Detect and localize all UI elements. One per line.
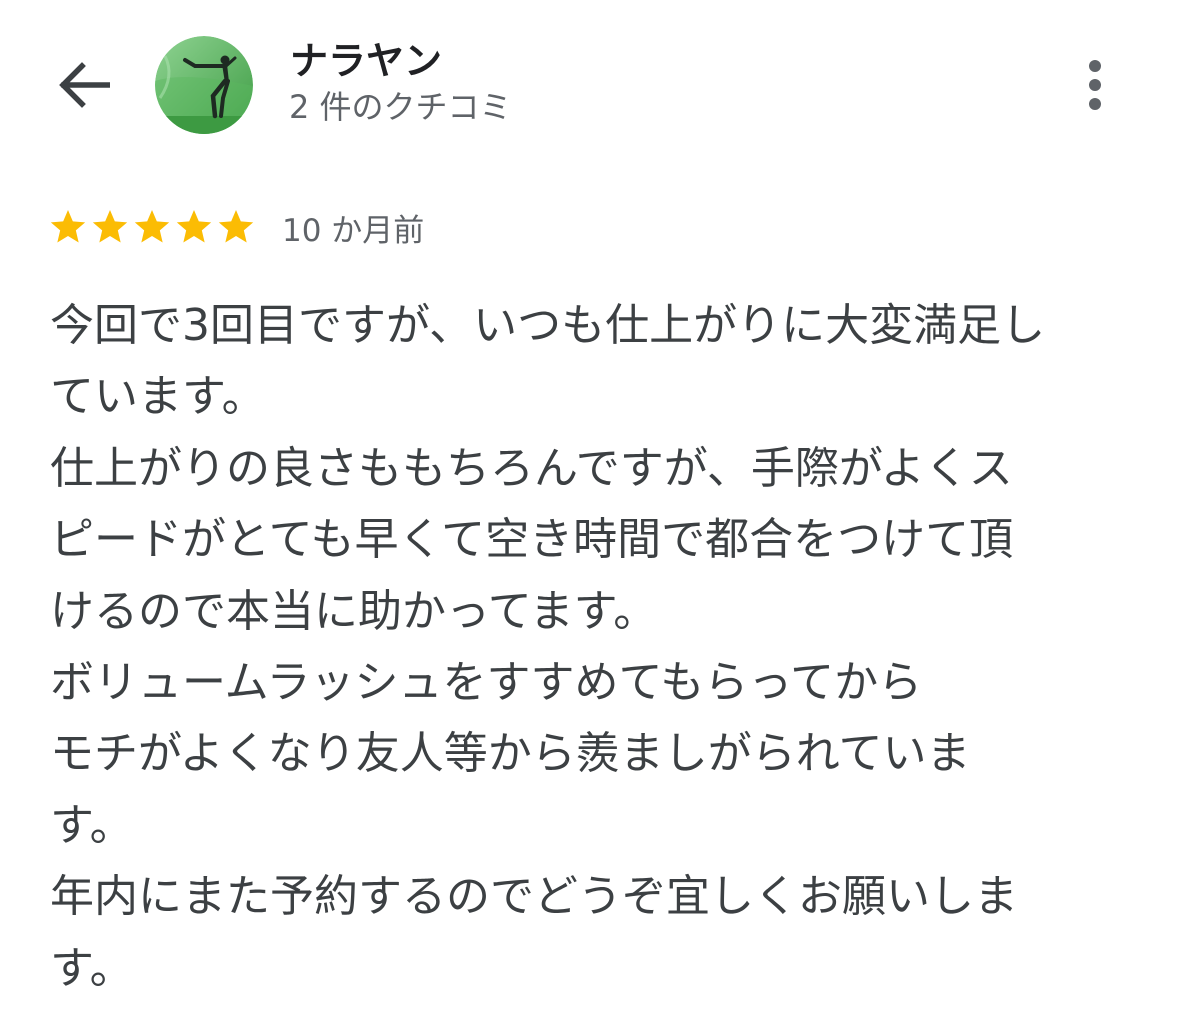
review-text-line: 仕上がりの良さももちろんですが、手際がよくス: [50, 442, 1013, 494]
star-icon: [176, 210, 212, 243]
review-text-line: ています。: [50, 371, 266, 423]
avatar-martial-artist-image: [155, 36, 253, 134]
star-icon: [218, 210, 254, 243]
more-options-button[interactable]: [1068, 54, 1122, 116]
avatar[interactable]: [155, 36, 253, 134]
review-text-line: ボリュームラッシュをすすめてもらってから: [50, 657, 923, 709]
reviewer-name[interactable]: ナラヤン: [290, 38, 442, 84]
review-text-line: けるので本当に助かってます。: [50, 585, 658, 637]
review-text-line: 今回で3回目ですが、いつも仕上がりに大変満足し: [50, 300, 1046, 351]
more-vert-icon: [1089, 60, 1101, 110]
back-button[interactable]: [52, 56, 116, 114]
review-text-line: ピードがとても早くて空き時間で都合をつけて頂: [50, 514, 1014, 566]
star-rating: [48, 207, 256, 247]
star-icon: [134, 210, 170, 243]
review-text-line: モチがよくなり友人等から羨ましがられていま: [50, 728, 971, 780]
review-date: 10 か月前: [282, 212, 425, 249]
review-count: 2 件のクチコミ: [289, 88, 512, 126]
star-icon: [92, 210, 128, 243]
review-rating-row: 10 か月前: [48, 204, 424, 250]
arrow-back-icon: [59, 62, 110, 108]
review-text-line: す。: [50, 942, 134, 994]
review-text-line: 年内にまた予約するのでどうぞ宜しくお願いしま: [50, 871, 1018, 923]
review-text-line: す。: [50, 799, 134, 851]
star-icon: [50, 210, 86, 243]
review-body: 今回で3回目ですが、いつも仕上がりに大変満足し ています。仕上がりの良さももちろん…: [50, 290, 1140, 1004]
